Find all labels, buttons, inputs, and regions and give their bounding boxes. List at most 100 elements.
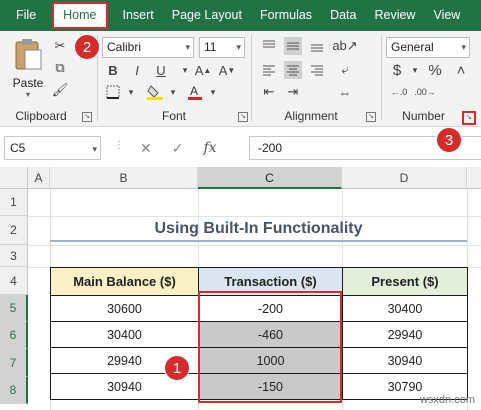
borders-dropdown-icon[interactable]: ▾ (122, 83, 140, 101)
column-header-a[interactable]: A (28, 167, 50, 189)
underline-button[interactable]: U (152, 61, 170, 79)
formula-buttons: ✕ ✓ fx (130, 136, 227, 160)
fill-color-icon[interactable] (146, 83, 164, 101)
orientation-icon[interactable]: ab↗ (332, 37, 357, 55)
sheet-title[interactable]: Using Built-In Functionality (50, 217, 467, 242)
tab-formulas[interactable]: Formulas (251, 0, 321, 31)
row-header-1[interactable]: 1 (0, 189, 28, 216)
chevron-down-icon: ▾ (461, 42, 466, 52)
currency-button[interactable]: $ (388, 61, 406, 79)
decrease-font-icon[interactable]: A ▼ (218, 61, 236, 79)
gridline (28, 245, 481, 246)
row-header-4[interactable]: 4 (0, 267, 28, 295)
insert-function-button[interactable]: fx (203, 140, 216, 156)
align-left-icon[interactable] (260, 61, 278, 79)
main-balance-cell[interactable]: 30400 (50, 321, 199, 348)
merge-center-icon[interactable]: ⇔ (336, 83, 354, 101)
step-badge-3: 3 (436, 127, 462, 153)
drag-handle-icon[interactable]: ⋮ (114, 140, 124, 151)
transaction-cell[interactable]: -150 (198, 373, 343, 400)
present-cell[interactable]: 29940 (342, 321, 468, 348)
font-color-icon[interactable]: A (186, 83, 204, 101)
select-all-corner[interactable] (0, 167, 28, 189)
font-launcher-icon[interactable]: ↘ (238, 112, 248, 122)
comma-style-icon[interactable]: ˄ (452, 61, 470, 79)
italic-button[interactable]: I (128, 61, 146, 79)
font-color-dropdown-icon[interactable]: ▾ (204, 83, 222, 101)
cut-icon[interactable]: ✂ (51, 37, 69, 55)
table-header-row: Main Balance ($) Transaction ($) Present… (50, 267, 468, 296)
row-header-5[interactable]: 5 (0, 295, 28, 322)
column-header-d[interactable]: D (342, 167, 467, 189)
paste-button[interactable]: Paste ▾ (8, 37, 48, 99)
transaction-cell[interactable]: -200 (198, 295, 343, 322)
column-header-c[interactable]: C (198, 167, 342, 189)
tab-view[interactable]: View (424, 0, 469, 31)
increase-indent-icon[interactable]: ⇥ (284, 83, 302, 101)
name-box[interactable]: C5 ▾ (4, 136, 101, 160)
table-row: 29940 1000 30940 (50, 347, 468, 374)
column-header-b[interactable]: B (50, 167, 198, 189)
underline-dropdown-icon[interactable]: ▾ (176, 61, 194, 79)
main-balance-cell[interactable]: 30600 (50, 295, 199, 322)
number-format-launcher-icon[interactable]: ↘ (462, 111, 476, 125)
present-cell[interactable]: 30940 (342, 347, 468, 374)
tab-file[interactable]: File (0, 0, 50, 31)
wrap-text-icon[interactable]: ⤶ (336, 61, 354, 79)
tab-home[interactable]: Home (52, 2, 108, 29)
font-size-select[interactable]: 11 ▾ (199, 37, 245, 58)
row-header-7[interactable]: 7 (0, 349, 28, 377)
svg-text:A: A (190, 84, 198, 98)
tab-data[interactable]: Data (321, 0, 365, 31)
align-bottom-icon[interactable] (308, 37, 326, 55)
format-painter-icon[interactable]: 🖌 (51, 81, 69, 99)
present-cell[interactable]: 30400 (342, 295, 468, 322)
alignment-launcher-icon[interactable]: ↘ (366, 112, 376, 122)
align-middle-icon[interactable] (284, 37, 302, 55)
column-header-e[interactable] (467, 167, 481, 189)
tab-review[interactable]: Review (365, 0, 424, 31)
header-transaction[interactable]: Transaction ($) (198, 267, 343, 296)
tab-insert[interactable]: Insert (114, 0, 163, 31)
step-badge-1: 1 (164, 355, 190, 381)
copy-icon[interactable]: ⧉ (51, 59, 69, 77)
paste-dropdown-icon[interactable]: ▾ (8, 90, 48, 99)
bold-button[interactable]: B (104, 61, 122, 79)
table-row: 30400 -460 29940 (50, 321, 468, 348)
watermark: wsxdn.com (419, 394, 475, 406)
row-header-2[interactable]: 2 (0, 216, 28, 245)
header-main-balance[interactable]: Main Balance ($) (50, 267, 199, 296)
align-right-icon[interactable] (308, 61, 326, 79)
row-header-6[interactable]: 6 (0, 322, 28, 349)
currency-dropdown-icon[interactable]: ▾ (406, 61, 424, 79)
enter-icon[interactable]: ✓ (172, 140, 184, 157)
decrease-decimal-icon[interactable]: .00→ (414, 83, 436, 101)
increase-decimal-icon[interactable]: ←.0 (390, 83, 408, 101)
ribbon: Paste ▾ ✂ ⧉ 🖌 Clipboard ↘ Calibri ▾ 11 ▾… (0, 31, 481, 127)
tab-page-layout[interactable]: Page Layout (163, 0, 251, 31)
row-header-3[interactable]: 3 (0, 245, 28, 267)
increase-font-icon[interactable]: A ▲ (194, 61, 212, 79)
row-header-8[interactable]: 8 (0, 377, 28, 404)
align-top-icon[interactable] (260, 37, 278, 55)
clipboard-icon (15, 39, 42, 70)
name-box-value: C5 (10, 141, 26, 155)
header-present[interactable]: Present ($) (342, 267, 468, 296)
font-name-value: Calibri (107, 40, 142, 54)
clipboard-launcher-icon[interactable]: ↘ (82, 112, 92, 122)
transaction-cell[interactable]: -460 (198, 321, 343, 348)
fill-dropdown-icon[interactable]: ▾ (164, 83, 182, 101)
align-center-icon[interactable] (284, 61, 302, 79)
borders-icon[interactable] (104, 83, 122, 101)
percent-button[interactable]: % (426, 61, 444, 79)
font-name-select[interactable]: Calibri ▾ (102, 37, 194, 58)
cancel-icon[interactable]: ✕ (140, 140, 152, 157)
number-format-select[interactable]: General ▾ (386, 37, 470, 58)
ribbon-tab-bar: File Home Insert Page Layout Formulas Da… (0, 0, 481, 31)
transaction-cell[interactable]: 1000 (198, 347, 343, 374)
worksheet-grid[interactable]: A B C D 1 2 3 4 5 6 7 8 Using Built-In F… (0, 167, 481, 410)
alignment-group-label: Alignment (284, 109, 338, 123)
alignment-group: ab↗ ⤶ ⇤ ⇥ ⇔ Alignment ↘ (252, 31, 380, 127)
paste-label: Paste (12, 76, 44, 90)
decrease-indent-icon[interactable]: ⇤ (260, 83, 278, 101)
